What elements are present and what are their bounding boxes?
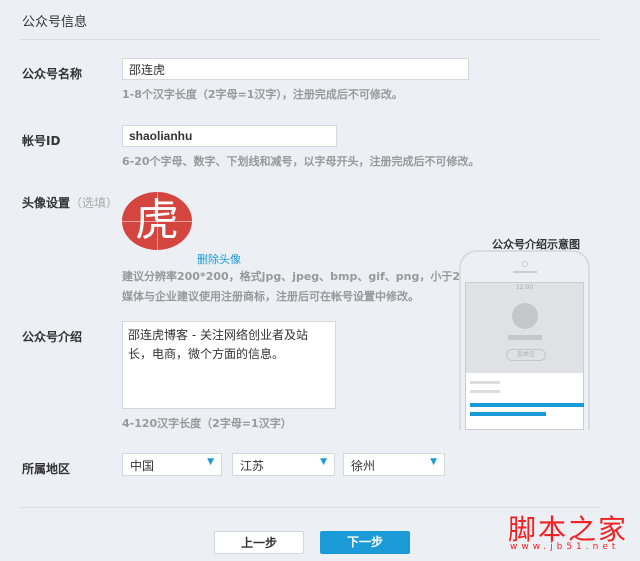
- id-hint: 6-20个字母、数字、下划线和减号，以字母开头，注册完成后不可修改。: [122, 155, 480, 168]
- city-select[interactable]: 徐州 ▼: [343, 453, 445, 476]
- optional-tag: （选填）: [70, 196, 119, 210]
- city-value: 徐州: [351, 459, 376, 473]
- name-hint: 1-8个汉字长度（2字母=1汉字），注册完成后不可修改。: [122, 88, 403, 101]
- phone-screen: 12:00 加关注: [465, 282, 584, 430]
- country-value: 中国: [130, 459, 155, 473]
- id-label: 帐号ID: [22, 134, 61, 148]
- intro-area: [466, 373, 584, 429]
- chevron-down-icon: ▼: [207, 457, 214, 467]
- divider: [20, 39, 600, 40]
- prev-button[interactable]: 上一步: [214, 531, 304, 554]
- province-value: 江苏: [240, 459, 265, 473]
- country-select[interactable]: 中国 ▼: [122, 453, 222, 476]
- delete-avatar-link[interactable]: 删除头像: [197, 251, 241, 267]
- avatar-image: 虎: [122, 192, 192, 250]
- avatar-hint-2: 媒体与企业建议使用注册商标，注册后可在帐号设置中修改。: [122, 290, 419, 303]
- phone-time: 12:00: [515, 284, 534, 291]
- name-label: 公众号名称: [22, 67, 83, 81]
- follow-button: 加关注: [506, 349, 546, 361]
- chevron-down-icon: ▼: [430, 457, 437, 467]
- watermark-url: www.jb51.net: [510, 542, 620, 552]
- name-input[interactable]: [122, 58, 469, 80]
- intro-hint: 4-120汉字长度（2字母=1汉字）: [122, 417, 292, 430]
- section-title: 公众号信息: [22, 15, 88, 30]
- province-select[interactable]: 江苏 ▼: [232, 453, 335, 476]
- avatar-hint-1: 建议分辨率200*200，格式jpg、jpeg、bmp、gif、png，小于2M: [122, 270, 471, 283]
- chevron-down-icon: ▼: [320, 457, 327, 467]
- avatar-label: 头像设置（选填）: [22, 194, 118, 211]
- id-input[interactable]: [122, 125, 337, 147]
- region-label: 所属地区: [22, 462, 71, 476]
- avatar-label-text: 头像设置: [22, 196, 71, 210]
- phone-preview: 12:00 加关注: [459, 250, 590, 430]
- name-placeholder: [508, 335, 542, 340]
- intro-label: 公众号介绍: [22, 330, 83, 344]
- speaker-icon: [513, 271, 537, 273]
- intro-textarea[interactable]: 邵连虎博客 - 关注网络创业者及站长，电商，微个方面的信息。: [122, 321, 336, 409]
- avatar-placeholder-icon: [512, 303, 538, 329]
- next-button[interactable]: 下一步: [320, 531, 410, 554]
- avatar-glyph: 虎: [135, 195, 179, 246]
- camera-icon: [522, 261, 528, 267]
